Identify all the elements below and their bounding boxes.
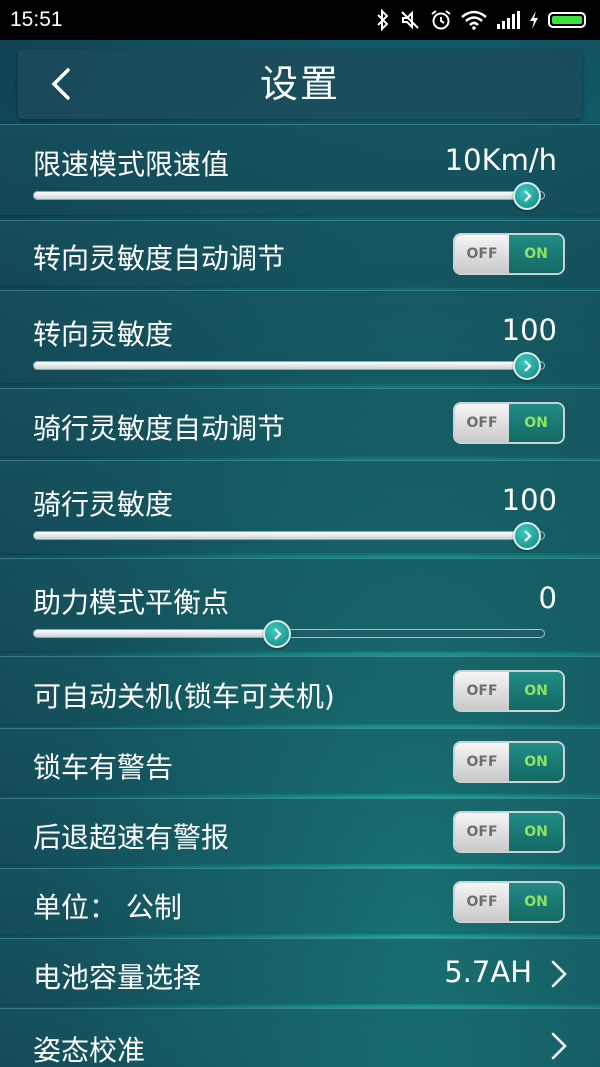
ride-sens-label: 骑行灵敏度 — [33, 488, 174, 521]
ride-sens-slider[interactable] — [33, 522, 545, 552]
unit-label: 单位： 公制 — [33, 891, 182, 924]
chevron-right-icon — [551, 960, 567, 988]
bluetooth-icon — [377, 9, 389, 31]
slider-fill — [33, 191, 527, 200]
lock-alarm-label: 锁车有警告 — [33, 751, 174, 784]
toggle-on-label: ON — [509, 743, 563, 781]
status-time: 15:51 — [10, 8, 63, 31]
balance-label: 助力模式平衡点 — [33, 586, 230, 619]
chevron-right-icon — [551, 1032, 567, 1060]
lock-alarm-toggle[interactable]: OFF ON — [453, 741, 565, 783]
balance-value: 0 — [538, 581, 557, 615]
slider-thumb[interactable] — [263, 620, 292, 648]
chevron-right-icon — [274, 628, 282, 640]
toggle-off-label: OFF — [455, 404, 509, 442]
slider-fill — [33, 629, 278, 638]
speed-limit-value: 10Km/h — [444, 143, 557, 177]
chevron-right-icon — [524, 360, 532, 372]
battery-capacity-row[interactable]: 电池容量选择 5.7AH — [0, 938, 600, 1004]
slider-fill — [33, 361, 527, 370]
battery-icon — [548, 12, 586, 28]
calibration-row[interactable]: 姿态校准 — [0, 1008, 600, 1067]
slider-fill — [33, 531, 527, 540]
toggle-on-label: ON — [509, 672, 563, 710]
steer-auto-toggle[interactable]: OFF ON — [453, 233, 565, 275]
steer-sens-value: 100 — [501, 313, 557, 347]
slider-thumb[interactable] — [513, 352, 541, 380]
unit-row: 单位： 公制 OFF ON — [0, 868, 600, 934]
steer-sens-slider[interactable] — [33, 352, 545, 382]
toggle-on-label: ON — [509, 883, 563, 921]
toggle-on-label: ON — [509, 813, 563, 851]
toggle-on-label: ON — [509, 404, 563, 442]
ride-sens-row: 骑行灵敏度 100 — [0, 460, 600, 553]
toggle-off-label: OFF — [455, 672, 509, 710]
reverse-alarm-row: 后退超速有警报 OFF ON — [0, 798, 600, 864]
steer-sens-label: 转向灵敏度 — [33, 318, 174, 351]
charging-icon — [530, 11, 538, 29]
title-bar: 设置 — [18, 49, 582, 119]
speed-limit-row: 限速模式限速值 10Km/h — [0, 124, 600, 215]
ride-sens-value: 100 — [501, 483, 557, 517]
reverse-alarm-label: 后退超速有警报 — [33, 821, 230, 854]
chevron-right-icon — [524, 190, 532, 202]
slider-thumb[interactable] — [513, 182, 541, 210]
status-bar: 15:51 — [0, 0, 600, 40]
signal-icon — [497, 11, 520, 29]
back-button[interactable] — [36, 57, 86, 111]
speed-limit-slider[interactable] — [33, 182, 545, 212]
auto-off-toggle[interactable]: OFF ON — [453, 670, 565, 712]
mute-icon — [401, 10, 419, 30]
chevron-left-icon — [51, 68, 70, 100]
wifi-icon — [461, 10, 487, 30]
toggle-off-label: OFF — [455, 235, 509, 273]
toggle-off-label: OFF — [455, 743, 509, 781]
chevron-right-icon — [524, 530, 532, 542]
status-icons — [376, 9, 586, 31]
battery-capacity-value: 5.7AH — [444, 955, 532, 989]
battery-capacity-label: 电池容量选择 — [33, 961, 202, 994]
slider-thumb[interactable] — [513, 522, 541, 550]
toggle-off-label: OFF — [455, 883, 509, 921]
ride-auto-label: 骑行灵敏度自动调节 — [33, 412, 286, 445]
toggle-off-label: OFF — [455, 813, 509, 851]
ride-auto-row: 骑行灵敏度自动调节 OFF ON — [0, 388, 600, 456]
steer-sens-row: 转向灵敏度 100 — [0, 290, 600, 383]
unit-toggle[interactable]: OFF ON — [453, 881, 565, 923]
calibration-label: 姿态校准 — [33, 1034, 146, 1067]
balance-slider[interactable] — [33, 620, 545, 650]
steer-auto-row: 转向灵敏度自动调节 OFF ON — [0, 220, 600, 286]
reverse-alarm-toggle[interactable]: OFF ON — [453, 811, 565, 853]
balance-row: 助力模式平衡点 0 — [0, 558, 600, 651]
speed-limit-label: 限速模式限速值 — [33, 148, 230, 181]
auto-off-label: 可自动关机(锁车可关机) — [33, 680, 335, 713]
page-title: 设置 — [259, 62, 340, 106]
lock-alarm-row: 锁车有警告 OFF ON — [0, 728, 600, 794]
toggle-on-label: ON — [509, 235, 563, 273]
battery-fill — [552, 16, 582, 24]
alarm-icon — [431, 10, 451, 30]
ride-auto-toggle[interactable]: OFF ON — [453, 402, 565, 444]
auto-off-row: 可自动关机(锁车可关机) OFF ON — [0, 656, 600, 724]
steer-auto-label: 转向灵敏度自动调节 — [33, 242, 286, 275]
